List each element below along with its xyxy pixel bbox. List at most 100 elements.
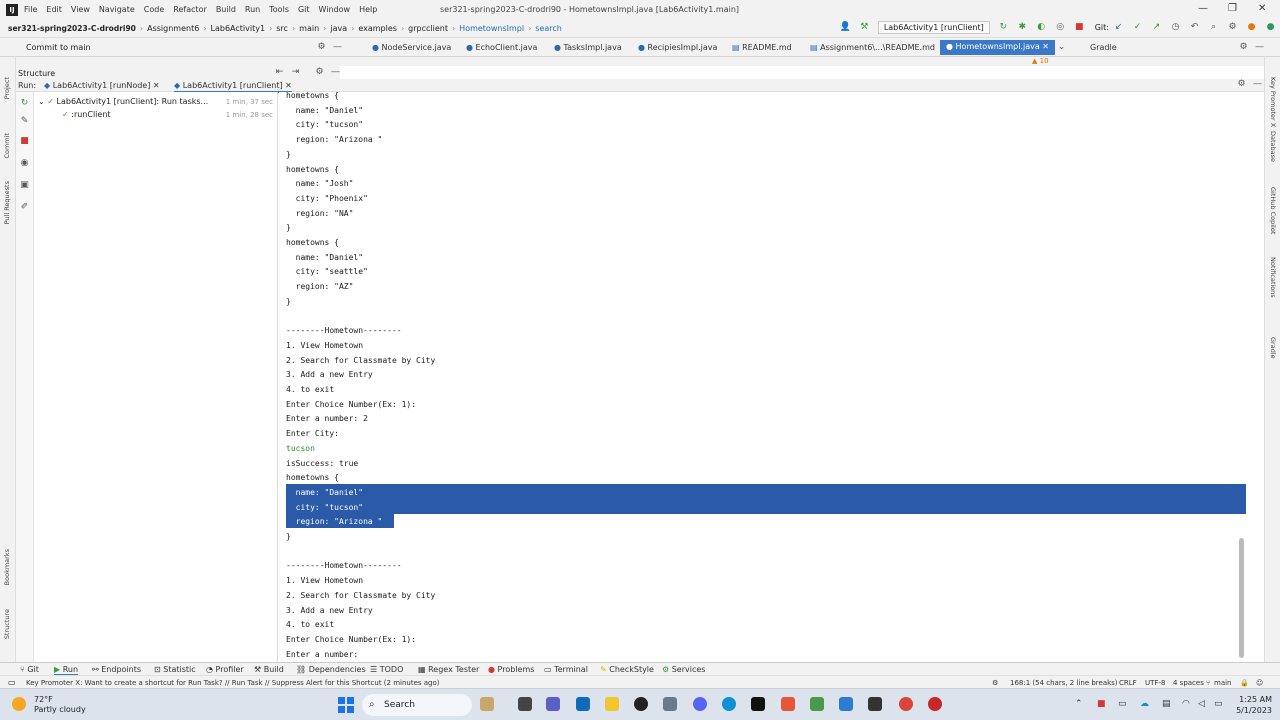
breadcrumb-class[interactable]: HometownsImpl [459, 24, 524, 33]
maximize-icon[interactable]: ❐ [1228, 3, 1237, 14]
widgets-app-icon[interactable] [480, 697, 494, 711]
minimize-icon[interactable]: — [1198, 3, 1208, 14]
memory-icon[interactable]: ⚙ [992, 679, 998, 687]
breadcrumb-src[interactable]: src [276, 24, 288, 33]
close-icon[interactable]: ✕ [1258, 3, 1266, 14]
menu-window[interactable]: Window [319, 5, 351, 14]
windows-start-icon[interactable] [338, 697, 354, 713]
pull-requests-tool-tab[interactable]: Pull Requests [3, 181, 11, 224]
breadcrumb-main[interactable]: main [299, 24, 319, 33]
rerun-icon[interactable]: ↻ [19, 98, 30, 109]
tab-assignment-readme[interactable]: ▤ Assignment6\...\README.md [810, 43, 935, 52]
tool-window-statistic[interactable]: ⊡ Statistic [154, 665, 196, 674]
task-view-icon[interactable] [518, 697, 532, 711]
menu-run[interactable]: Run [245, 5, 260, 14]
warnings-badge[interactable]: ▲ 10 [1032, 57, 1049, 65]
minimize-panel-icon[interactable]: — [1252, 79, 1263, 90]
status-message[interactable]: Key Promoter X: Want to create a shortcu… [26, 679, 440, 687]
notepad-app-icon[interactable] [839, 697, 853, 711]
tab-readme[interactable]: ▤ README.md [732, 43, 792, 52]
media-app-icon[interactable] [634, 697, 648, 711]
chevron-up-icon[interactable]: ⌃ [1075, 699, 1083, 709]
menu-help[interactable]: Help [359, 5, 377, 14]
menu-navigate[interactable]: Navigate [99, 5, 135, 14]
minimize-panel-icon[interactable]: — [332, 42, 343, 53]
file-encoding[interactable]: UTF-8 [1145, 679, 1165, 687]
tab-dropdown-icon[interactable]: ⌄ [1056, 42, 1067, 53]
tool-window-dependencies[interactable]: ⛓ Dependencies [296, 665, 366, 674]
tab-recipiesimpl[interactable]: ● RecipiesImpl.java [638, 43, 717, 52]
console-scrollbar[interactable] [1239, 538, 1244, 658]
project-tool-tab[interactable]: Project [3, 77, 11, 99]
terminal-app-icon[interactable] [868, 697, 882, 711]
app-icon[interactable] [928, 697, 942, 711]
minimize-panel-icon[interactable]: — [1254, 42, 1265, 53]
menu-build[interactable]: Build [216, 5, 236, 14]
breadcrumb-module[interactable]: Lab6Activity1 [211, 24, 266, 33]
breadcrumb-java[interactable]: java [330, 24, 347, 33]
tree-node-runclient[interactable]: ✓ :runClient [62, 110, 111, 119]
gear-icon[interactable]: ⚙ [1238, 42, 1249, 53]
key-promoter-tool-tab[interactable]: Key Promoter X [1269, 77, 1277, 127]
lock-icon[interactable]: 🔒 [1240, 679, 1249, 687]
intellij-app-icon[interactable] [751, 697, 765, 711]
tool-window-endpoints[interactable]: ⚯ Endpoints [92, 665, 141, 674]
gear-icon[interactable]: ⚙ [316, 42, 327, 53]
tool-window-terminal[interactable]: ▭ Terminal [544, 665, 588, 674]
notifications-tool-tab[interactable]: Notifications [1269, 257, 1277, 298]
run-config-selector[interactable]: Lab6Activity1 [runClient] [877, 21, 990, 34]
commit-to-main-label[interactable]: Commit to main [26, 43, 91, 52]
onedrive-icon[interactable]: ☁ [1140, 699, 1149, 709]
console-output[interactable]: hometowns { name: "Daniel" city: "tucson… [279, 92, 1247, 662]
line-separator[interactable]: CRLF [1119, 679, 1137, 687]
git-branch[interactable]: main [1214, 679, 1232, 687]
menu-code[interactable]: Code [144, 5, 164, 14]
tab-hometownsimpl[interactable]: ● HometownsImpl.java ✕ [940, 40, 1055, 55]
pin-icon[interactable]: ✐ [19, 202, 30, 213]
system-clock[interactable]: 1:25 AM 5/1/2023 [1236, 694, 1272, 716]
profile-icon[interactable]: ◎ [1055, 22, 1066, 33]
expand-icon[interactable]: ⇥ [290, 67, 301, 78]
undo-icon[interactable]: ↶ [1189, 22, 1200, 33]
weather-widget[interactable]: 72°F Partly cloudy [34, 695, 86, 715]
gradle-panel-label[interactable]: Gradle [1090, 43, 1117, 52]
history-icon[interactable]: ◷ [1170, 22, 1181, 33]
gradle-tool-tab[interactable]: Gradle [1269, 337, 1277, 359]
layout-toggle-icon[interactable]: ▭ [8, 678, 16, 687]
eye-icon[interactable]: ◉ [19, 158, 30, 169]
bookmarks-tool-tab[interactable]: Bookmarks [3, 549, 11, 585]
breadcrumb-method[interactable]: search [535, 24, 562, 33]
git-update-icon[interactable]: ↙ [1113, 22, 1124, 33]
app-icon[interactable] [781, 697, 795, 711]
menu-git[interactable]: Git [298, 5, 310, 14]
copilot-icon[interactable]: ● [1265, 22, 1276, 33]
debug-icon[interactable]: ✱ [1017, 22, 1028, 33]
tab-tasksimpl[interactable]: ● TasksImpl.java [554, 43, 622, 52]
tray-app-icon[interactable]: ■ [1097, 699, 1106, 709]
commit-tool-tab[interactable]: Commit [3, 133, 11, 159]
volume-icon[interactable]: ◁ [1198, 699, 1205, 709]
stop-icon[interactable]: ■ [1074, 22, 1085, 33]
menu-refactor[interactable]: Refactor [173, 5, 207, 14]
tool-window-checkstyle[interactable]: ✎ CheckStyle [600, 665, 654, 674]
hammer-icon[interactable]: ⚒ [859, 22, 870, 33]
settings-app-icon[interactable] [663, 697, 677, 711]
tool-window-services[interactable]: ⚙ Services [662, 665, 705, 674]
minimize-panel-icon[interactable]: — [330, 67, 341, 78]
structure-tool-tab[interactable]: Structure [3, 609, 11, 639]
search-everywhere-icon[interactable]: ⌕ [1208, 22, 1219, 33]
indent-setting[interactable]: 4 spaces [1173, 679, 1204, 687]
tab-echoclient[interactable]: ● EchoClient.java [466, 43, 537, 52]
chrome-app-icon[interactable] [899, 697, 913, 711]
wrench-icon[interactable]: ✎ [19, 116, 30, 127]
user-icon[interactable]: 👤 [840, 22, 851, 33]
settings-icon[interactable]: ⚙ [1227, 22, 1238, 33]
battery-icon[interactable]: ▭ [1214, 699, 1223, 709]
caret-position[interactable]: 168:1 (54 chars, 2 line breaks) [1010, 679, 1118, 687]
breadcrumb-examples[interactable]: examples [358, 24, 397, 33]
breadcrumb-grpcclient[interactable]: grpcclient [408, 24, 448, 33]
tool-window-regex-tester[interactable]: ▦ Regex Tester [418, 665, 479, 674]
menu-view[interactable]: View [71, 5, 90, 14]
collapse-icon[interactable]: ⇤ [274, 67, 285, 78]
edge-app-icon[interactable] [722, 697, 736, 711]
